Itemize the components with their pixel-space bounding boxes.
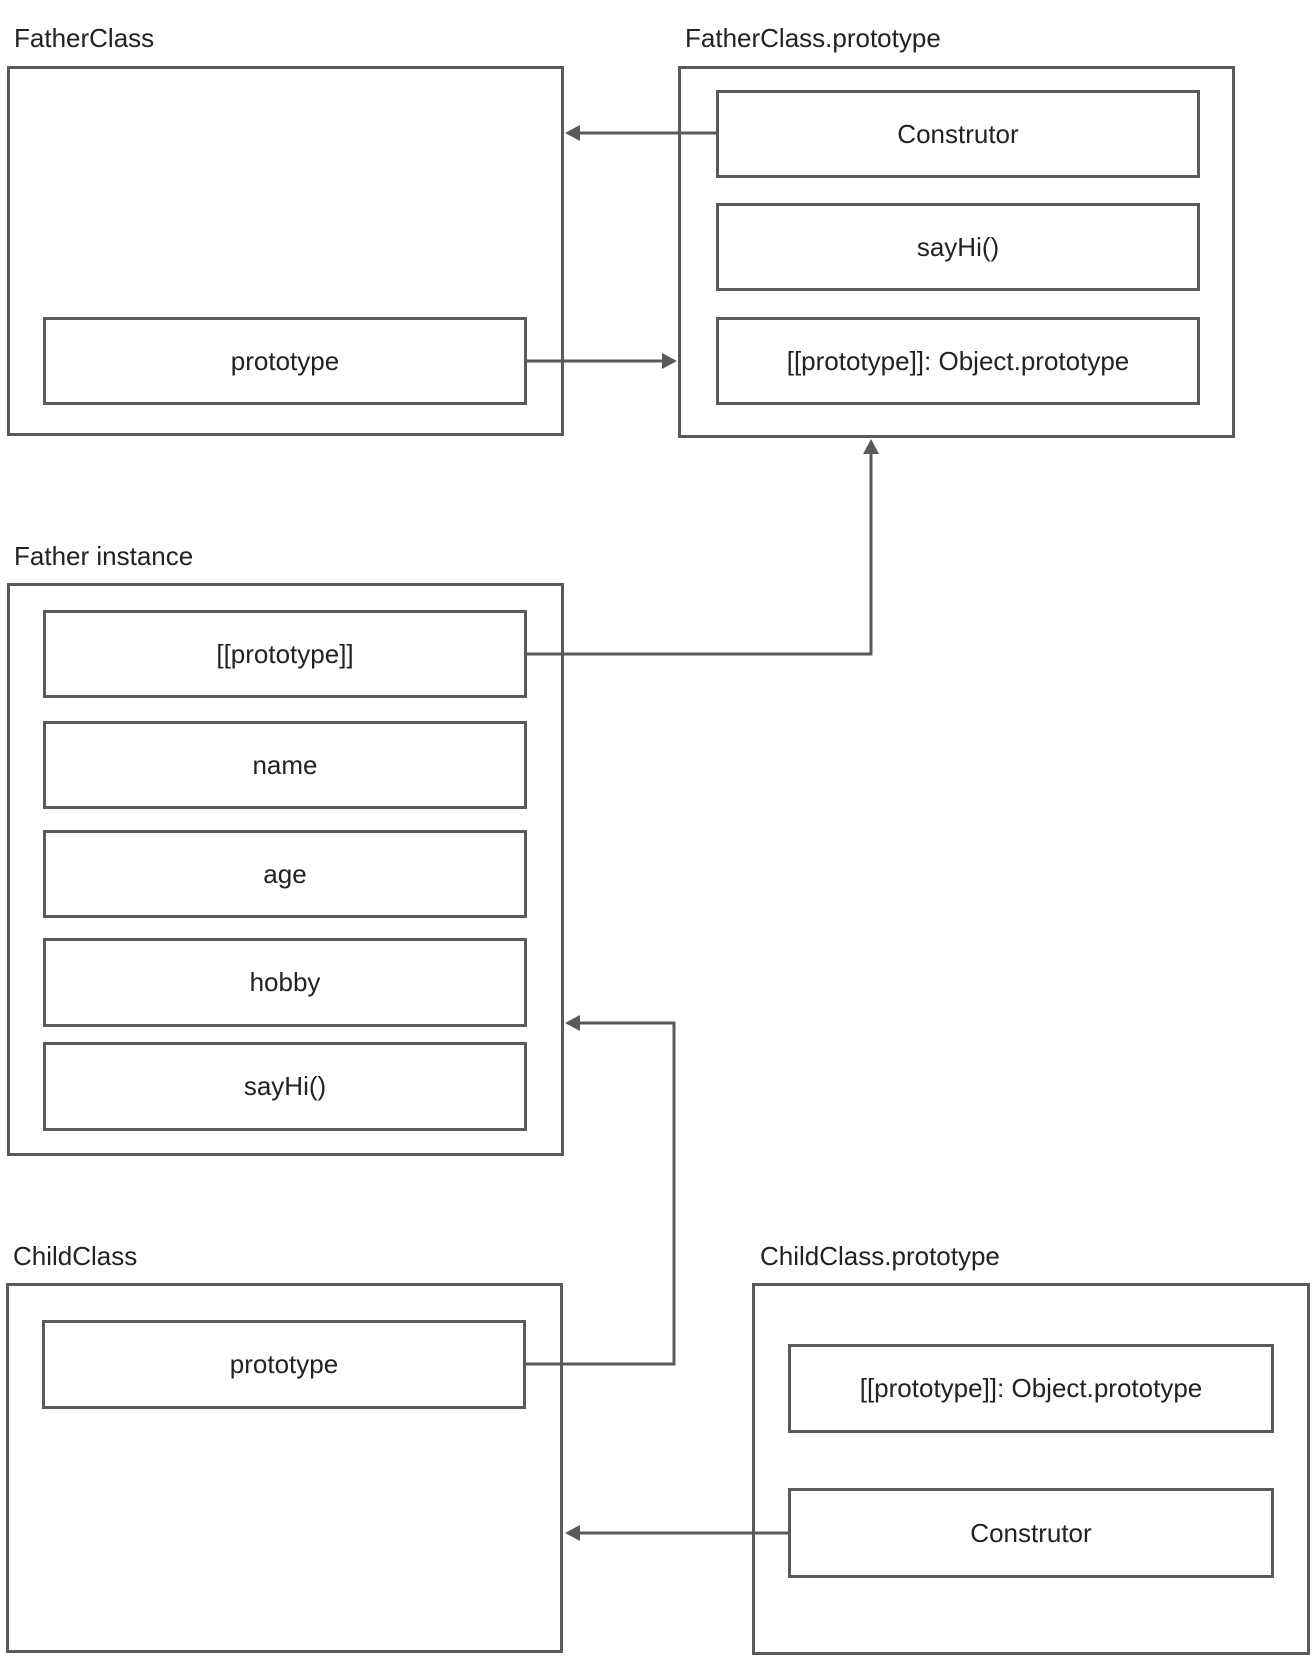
- father-class-prototype-field: prototype: [43, 317, 527, 405]
- father-class-label: FatherClass: [14, 23, 155, 53]
- arrowhead-left-icon: [565, 1015, 580, 1031]
- field-label: age: [263, 858, 307, 889]
- father-instance-hobby-field: hobby: [43, 938, 527, 1027]
- field-label: sayHi(): [916, 231, 1000, 262]
- father-instance-sayhi-field: sayHi(): [43, 1042, 527, 1131]
- father-instance-age-field: age: [43, 830, 527, 918]
- child-class-label: ChildClass: [13, 1241, 138, 1271]
- field-label: hobby: [249, 967, 321, 997]
- field-label: name: [252, 749, 318, 780]
- father-prototype-proto-field: [[prototype]]: Object.prototype: [716, 317, 1200, 405]
- arrowhead-up-icon: [863, 439, 879, 454]
- field-label: [[prototype]]: Object.prototype: [786, 345, 1130, 376]
- child-class-prototype-label: ChildClass.prototype: [760, 1241, 1000, 1271]
- father-prototype-constructor-field: Construtor: [716, 90, 1200, 178]
- child-prototype-constructor-field: Construtor: [788, 1488, 1274, 1578]
- child-class-prototype-box: [752, 1283, 1310, 1655]
- father-instance-name-field: name: [43, 721, 527, 809]
- arrowhead-left-icon: [565, 125, 580, 141]
- field-label: Construtor: [897, 118, 1019, 149]
- father-prototype-sayhi-field: sayHi(): [716, 203, 1200, 291]
- arrowhead-left-icon: [565, 1525, 580, 1541]
- child-prototype-proto-field: [[prototype]]: Object.prototype: [788, 1344, 1274, 1433]
- father-class-prototype-label: FatherClass.prototype: [685, 23, 941, 53]
- field-label: prototype: [230, 345, 340, 376]
- field-label: [[prototype]]: Object.prototype: [859, 1373, 1203, 1403]
- field-label: [[prototype]]: [216, 638, 354, 669]
- child-class-prototype-field: prototype: [42, 1320, 526, 1409]
- field-label: Construtor: [970, 1517, 1092, 1548]
- edge-instance-proto-to-father-prototype: [527, 439, 879, 656]
- father-instance-proto-field: [[prototype]]: [43, 610, 527, 698]
- field-label: sayHi(): [243, 1071, 327, 1101]
- arrowhead-right-icon: [662, 353, 677, 369]
- field-label: prototype: [229, 1349, 339, 1379]
- father-instance-label: Father instance: [14, 541, 194, 571]
